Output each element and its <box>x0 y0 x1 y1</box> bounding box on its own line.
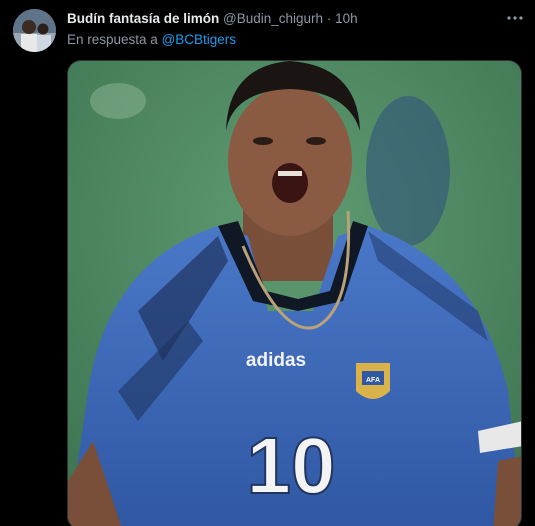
tweet-photo[interactable]: AFA adidas 10 <box>67 60 522 526</box>
timestamp[interactable]: 10h <box>335 11 358 26</box>
separator: · <box>326 11 332 26</box>
jersey-number: 10 <box>247 421 336 510</box>
photo-image: AFA adidas 10 <box>68 61 521 526</box>
reply-mention-link[interactable]: @BCBtigers <box>162 32 236 47</box>
jersey-brand: adidas <box>246 350 306 371</box>
reply-prefix: En respuesta a <box>67 32 158 47</box>
avatar-image <box>13 9 56 52</box>
tweet[interactable]: Budín fantasía de limón @Budin_chigurh ·… <box>0 0 535 526</box>
author-name[interactable]: Budín fantasía de limón <box>67 11 219 26</box>
avatar[interactable] <box>13 9 56 52</box>
author-handle[interactable]: @Budin_chigurh <box>223 11 323 26</box>
badge-text: AFA <box>366 377 380 384</box>
reply-context: En respuesta a @BCBtigers <box>67 31 236 48</box>
ellipsis-icon <box>507 16 523 20</box>
more-options-button[interactable] <box>504 8 526 28</box>
tweet-header: Budín fantasía de limón @Budin_chigurh ·… <box>67 10 358 27</box>
